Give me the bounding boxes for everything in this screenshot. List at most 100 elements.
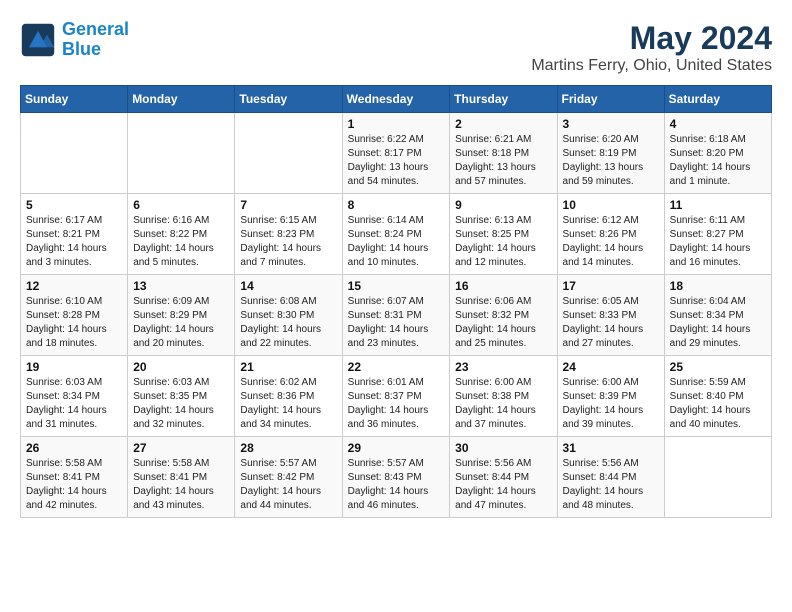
day-info: Sunrise: 6:11 AM Sunset: 8:27 PM Dayligh… bbox=[670, 214, 766, 270]
calendar-title: May 2024 bbox=[531, 20, 772, 57]
day-cell: 6 Sunrise: 6:16 AM Sunset: 8:22 PM Daylig… bbox=[128, 194, 235, 275]
header-monday: Monday bbox=[128, 86, 235, 113]
logo-blue: Blue bbox=[62, 39, 101, 59]
day-cell bbox=[21, 113, 128, 194]
day-number: 27 bbox=[133, 441, 229, 455]
day-cell: 18 Sunrise: 6:04 AM Sunset: 8:34 PM Dayli… bbox=[664, 275, 771, 356]
day-number: 16 bbox=[455, 279, 551, 293]
header-wednesday: Wednesday bbox=[342, 86, 450, 113]
day-number: 28 bbox=[240, 441, 336, 455]
day-number: 5 bbox=[26, 198, 122, 212]
day-number: 2 bbox=[455, 117, 551, 131]
day-cell: 14 Sunrise: 6:08 AM Sunset: 8:30 PM Dayli… bbox=[235, 275, 342, 356]
day-cell: 3 Sunrise: 6:20 AM Sunset: 8:19 PM Daylig… bbox=[557, 113, 664, 194]
day-cell: 21Sunrise: 6:02 AM Sunset: 8:36 PM Dayli… bbox=[235, 356, 342, 437]
logo-icon bbox=[20, 22, 56, 58]
day-cell: 20 Sunrise: 6:03 AM Sunset: 8:35 PM Dayli… bbox=[128, 356, 235, 437]
day-number: 3 bbox=[563, 117, 659, 131]
day-info: Sunrise: 6:03 AM Sunset: 8:35 PM Dayligh… bbox=[133, 376, 229, 432]
day-info: Sunrise: 6:09 AM Sunset: 8:29 PM Dayligh… bbox=[133, 295, 229, 351]
day-info: Sunrise: 6:00 AM Sunset: 8:39 PM Dayligh… bbox=[563, 376, 659, 432]
day-cell bbox=[235, 113, 342, 194]
day-info: Sunrise: 6:20 AM Sunset: 8:19 PM Dayligh… bbox=[563, 133, 659, 189]
day-cell: 26 Sunrise: 5:58 AM Sunset: 8:41 PM Dayli… bbox=[21, 437, 128, 518]
day-cell: 7 Sunrise: 6:15 AM Sunset: 8:23 PM Daylig… bbox=[235, 194, 342, 275]
day-number: 26 bbox=[26, 441, 122, 455]
day-info: Sunrise: 6:05 AM Sunset: 8:33 PM Dayligh… bbox=[563, 295, 659, 351]
day-cell: 9 Sunrise: 6:13 AM Sunset: 8:25 PM Daylig… bbox=[450, 194, 557, 275]
day-info: Sunrise: 5:57 AM Sunset: 8:42 PM Dayligh… bbox=[240, 457, 336, 513]
calendar-subtitle: Martins Ferry, Ohio, United States bbox=[531, 57, 772, 75]
day-cell: 4 Sunrise: 6:18 AM Sunset: 8:20 PM Daylig… bbox=[664, 113, 771, 194]
day-info: Sunrise: 6:13 AM Sunset: 8:25 PM Dayligh… bbox=[455, 214, 551, 270]
logo-general: General bbox=[62, 19, 129, 39]
header-saturday: Saturday bbox=[664, 86, 771, 113]
day-number: 4 bbox=[670, 117, 766, 131]
day-number: 31 bbox=[563, 441, 659, 455]
day-number: 22 bbox=[348, 360, 445, 374]
day-number: 29 bbox=[348, 441, 445, 455]
day-cell: 25Sunrise: 5:59 AM Sunset: 8:40 PM Dayli… bbox=[664, 356, 771, 437]
day-info: Sunrise: 6:07 AM Sunset: 8:31 PM Dayligh… bbox=[348, 295, 445, 351]
day-number: 18 bbox=[670, 279, 766, 293]
day-cell: 8Sunrise: 6:14 AM Sunset: 8:24 PM Daylig… bbox=[342, 194, 450, 275]
day-info: Sunrise: 6:21 AM Sunset: 8:18 PM Dayligh… bbox=[455, 133, 551, 189]
day-info: Sunrise: 6:04 AM Sunset: 8:34 PM Dayligh… bbox=[670, 295, 766, 351]
week-row-4: 19 Sunrise: 6:03 AM Sunset: 8:34 PM Dayli… bbox=[21, 356, 772, 437]
day-cell: 31 Sunrise: 5:56 AM Sunset: 8:44 PM Dayli… bbox=[557, 437, 664, 518]
day-number: 8 bbox=[348, 198, 445, 212]
day-cell: 13Sunrise: 6:09 AM Sunset: 8:29 PM Dayli… bbox=[128, 275, 235, 356]
day-number: 25 bbox=[670, 360, 766, 374]
day-info: Sunrise: 6:22 AM Sunset: 8:17 PM Dayligh… bbox=[348, 133, 445, 189]
calendar-header-row: SundayMondayTuesdayWednesdayThursdayFrid… bbox=[21, 86, 772, 113]
day-info: Sunrise: 6:03 AM Sunset: 8:34 PM Dayligh… bbox=[26, 376, 122, 432]
day-cell: 23 Sunrise: 6:00 AM Sunset: 8:38 PM Dayli… bbox=[450, 356, 557, 437]
day-number: 9 bbox=[455, 198, 551, 212]
day-info: Sunrise: 5:58 AM Sunset: 8:41 PM Dayligh… bbox=[26, 457, 122, 513]
day-cell: 28 Sunrise: 5:57 AM Sunset: 8:42 PM Dayli… bbox=[235, 437, 342, 518]
week-row-1: 1 Sunrise: 6:22 AM Sunset: 8:17 PM Daylig… bbox=[21, 113, 772, 194]
day-info: Sunrise: 6:01 AM Sunset: 8:37 PM Dayligh… bbox=[348, 376, 445, 432]
day-number: 12 bbox=[26, 279, 122, 293]
day-cell: 29 Sunrise: 5:57 AM Sunset: 8:43 PM Dayli… bbox=[342, 437, 450, 518]
day-cell: 16Sunrise: 6:06 AM Sunset: 8:32 PM Dayli… bbox=[450, 275, 557, 356]
day-number: 30 bbox=[455, 441, 551, 455]
page-header: General Blue May 2024 Martins Ferry, Ohi… bbox=[20, 20, 772, 75]
day-info: Sunrise: 6:02 AM Sunset: 8:36 PM Dayligh… bbox=[240, 376, 336, 432]
day-info: Sunrise: 6:15 AM Sunset: 8:23 PM Dayligh… bbox=[240, 214, 336, 270]
day-cell: 1 Sunrise: 6:22 AM Sunset: 8:17 PM Daylig… bbox=[342, 113, 450, 194]
day-number: 1 bbox=[348, 117, 445, 131]
calendar-table: SundayMondayTuesdayWednesdayThursdayFrid… bbox=[20, 85, 772, 518]
day-cell: 22 Sunrise: 6:01 AM Sunset: 8:37 PM Dayli… bbox=[342, 356, 450, 437]
logo-text: General Blue bbox=[62, 20, 129, 60]
day-number: 6 bbox=[133, 198, 229, 212]
day-cell: 12 Sunrise: 6:10 AM Sunset: 8:28 PM Dayli… bbox=[21, 275, 128, 356]
day-info: Sunrise: 6:00 AM Sunset: 8:38 PM Dayligh… bbox=[455, 376, 551, 432]
day-cell: 27 Sunrise: 5:58 AM Sunset: 8:41 PM Dayli… bbox=[128, 437, 235, 518]
day-info: Sunrise: 6:10 AM Sunset: 8:28 PM Dayligh… bbox=[26, 295, 122, 351]
day-number: 20 bbox=[133, 360, 229, 374]
day-info: Sunrise: 6:17 AM Sunset: 8:21 PM Dayligh… bbox=[26, 214, 122, 270]
day-info: Sunrise: 6:08 AM Sunset: 8:30 PM Dayligh… bbox=[240, 295, 336, 351]
day-number: 7 bbox=[240, 198, 336, 212]
day-info: Sunrise: 5:56 AM Sunset: 8:44 PM Dayligh… bbox=[455, 457, 551, 513]
day-number: 17 bbox=[563, 279, 659, 293]
title-block: May 2024 Martins Ferry, Ohio, United Sta… bbox=[531, 20, 772, 75]
day-info: Sunrise: 5:58 AM Sunset: 8:41 PM Dayligh… bbox=[133, 457, 229, 513]
day-cell: 5 Sunrise: 6:17 AM Sunset: 8:21 PM Daylig… bbox=[21, 194, 128, 275]
day-info: Sunrise: 5:56 AM Sunset: 8:44 PM Dayligh… bbox=[563, 457, 659, 513]
week-row-3: 12 Sunrise: 6:10 AM Sunset: 8:28 PM Dayli… bbox=[21, 275, 772, 356]
week-row-2: 5 Sunrise: 6:17 AM Sunset: 8:21 PM Daylig… bbox=[21, 194, 772, 275]
day-info: Sunrise: 5:57 AM Sunset: 8:43 PM Dayligh… bbox=[348, 457, 445, 513]
day-number: 15 bbox=[348, 279, 445, 293]
day-number: 23 bbox=[455, 360, 551, 374]
day-number: 14 bbox=[240, 279, 336, 293]
day-number: 11 bbox=[670, 198, 766, 212]
day-number: 19 bbox=[26, 360, 122, 374]
day-info: Sunrise: 6:18 AM Sunset: 8:20 PM Dayligh… bbox=[670, 133, 766, 189]
week-row-5: 26 Sunrise: 5:58 AM Sunset: 8:41 PM Dayli… bbox=[21, 437, 772, 518]
day-cell: 24Sunrise: 6:00 AM Sunset: 8:39 PM Dayli… bbox=[557, 356, 664, 437]
logo: General Blue bbox=[20, 20, 129, 60]
day-info: Sunrise: 6:12 AM Sunset: 8:26 PM Dayligh… bbox=[563, 214, 659, 270]
day-info: Sunrise: 6:16 AM Sunset: 8:22 PM Dayligh… bbox=[133, 214, 229, 270]
